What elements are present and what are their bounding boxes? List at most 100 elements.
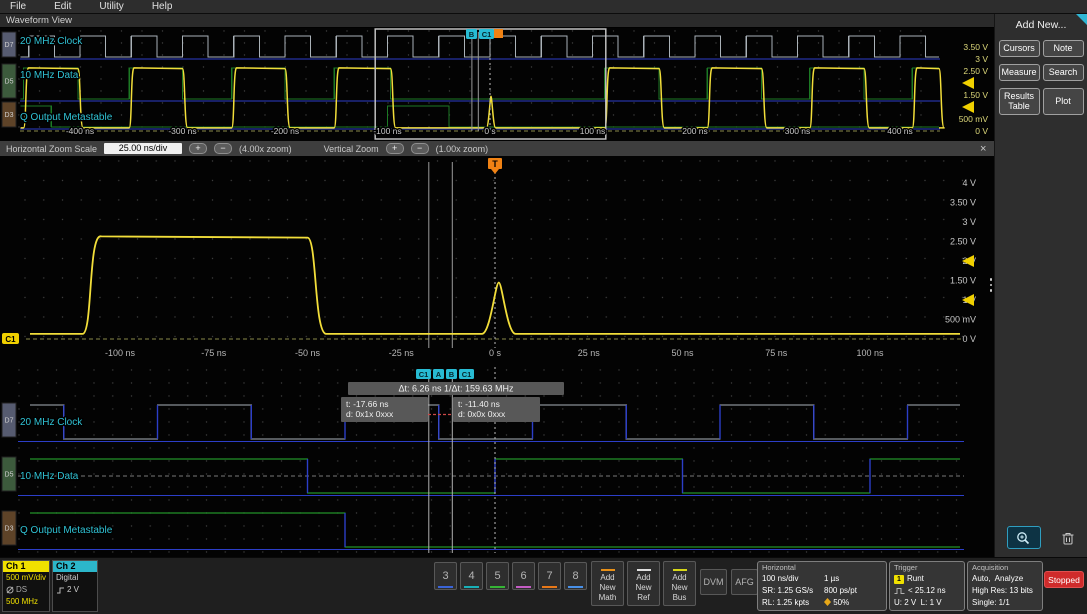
- dvm-button[interactable]: DVM: [700, 569, 727, 595]
- time-tick-label: -400 ns: [66, 126, 94, 136]
- channel-6-button[interactable]: 6: [512, 562, 535, 590]
- add-new-title: Add New...: [1015, 19, 1067, 31]
- acquisition-settings-panel[interactable]: Acquisition Auto, Analyze High Res: 13 b…: [967, 561, 1043, 611]
- digital-channel-tab-label: D5: [5, 79, 14, 86]
- zoom-toolbar: Horizontal Zoom Scale 25.00 ns/div + − (…: [0, 141, 994, 156]
- hzoom-factor-label: (4.00x zoom): [239, 143, 292, 154]
- trigger-level-marker[interactable]: [962, 77, 974, 89]
- trigger-source-chip: 1: [894, 574, 904, 584]
- zoom-plot[interactable]: -100 ns -75 ns -50 ns -25 ns 0 s 25 ns 50 ns 75…: [0, 156, 994, 367]
- cursor-a-data: d: 0x1x 0xxx: [346, 409, 394, 419]
- settings-bar: Ch 1 500 mV/div DS 500 MHz Ch 2 Digital …: [0, 557, 1087, 614]
- digital-channel-tab-label: D3: [5, 112, 14, 119]
- volt-tick-label: 1.50 V: [950, 276, 976, 286]
- channel-8-button[interactable]: 8: [564, 562, 587, 590]
- add-new-bus-button[interactable]: Add New Bus: [663, 561, 696, 606]
- channel-1-badge[interactable]: Ch 1 500 mV/div DS 500 MHz: [2, 560, 50, 612]
- overview-plot[interactable]: B C1 -400 ns -300 ns -200 ns -100 ns 0 s 100 ns…: [0, 28, 994, 141]
- time-tick-label: -50 ns: [295, 348, 321, 358]
- volt-tick-label: 500 mV: [945, 315, 976, 325]
- trigger-title: Trigger: [894, 563, 918, 572]
- channel-label[interactable]: 20 MHz Clock: [19, 416, 85, 430]
- add-new-math-button[interactable]: Add New Math: [591, 561, 624, 606]
- channel-1-scale: 500 mV/div: [6, 573, 47, 582]
- hzoom-scale-label: Horizontal Zoom Scale: [6, 143, 98, 154]
- cursor-badge-label: B: [469, 30, 475, 39]
- zoom-close-icon[interactable]: ×: [974, 142, 988, 156]
- panel-collapse-icon[interactable]: [1076, 14, 1087, 25]
- run-stop-button[interactable]: Stopped: [1044, 571, 1084, 588]
- trigger-badge-label: T: [492, 159, 498, 169]
- channel-2-threshold: 2 V: [67, 585, 80, 594]
- hzoom-scale-value[interactable]: 25.00 ns/div: [104, 143, 183, 154]
- cursor-badge-label: C1: [482, 30, 492, 39]
- channel-5-button[interactable]: 5: [486, 562, 509, 590]
- cursor-badge-label: C1: [462, 370, 472, 379]
- add-new-buttons: Add New Math Add New Ref Add New Bus: [591, 561, 696, 606]
- add-plot-button[interactable]: Plot: [1042, 87, 1084, 116]
- volt-tick-label: 2.50 V: [950, 237, 976, 247]
- add-search-button[interactable]: Search: [1042, 63, 1084, 81]
- ref-color-dash: [636, 568, 651, 571]
- channel-3-button[interactable]: 3: [434, 562, 457, 590]
- time-tick-label: 200 ns: [682, 126, 708, 136]
- trash-icon: [1060, 530, 1076, 546]
- hzoom-decrease-button[interactable]: −: [214, 143, 233, 154]
- horizontal-record-length: RL: 1.25 kpts: [762, 598, 810, 607]
- graticule: [18, 369, 966, 555]
- digital-plot[interactable]: C1 A B C1 Δt: 6.26 ns 1/Δt: 159.63 MHz t: -17…: [0, 367, 994, 558]
- menu-item-file[interactable]: File: [10, 1, 26, 12]
- menu-item-edit[interactable]: Edit: [54, 1, 71, 12]
- time-tick-label: -100 ns: [105, 348, 136, 358]
- horizontal-settings-panel[interactable]: Horizontal 100 ns/div 1 µs SR: 1.25 GS/s…: [757, 561, 887, 611]
- trigger-levels: U: 2 V L: 1 V: [894, 598, 942, 607]
- afg-button[interactable]: AFG: [731, 569, 758, 595]
- time-tick-label: 0 s: [484, 126, 495, 136]
- menu-bar: File Edit Utility Help: [0, 0, 1087, 14]
- channel-label[interactable]: Q Output Metastable: [19, 524, 115, 538]
- add-measure-button[interactable]: Measure: [998, 63, 1040, 81]
- channel-label[interactable]: 10 MHz Data: [19, 69, 81, 83]
- vzoom-increase-button[interactable]: +: [385, 143, 404, 154]
- horizontal-title: Horizontal: [762, 563, 796, 572]
- panel-drag-handle[interactable]: [989, 278, 992, 292]
- add-new-ref-button[interactable]: Add New Ref: [627, 561, 660, 606]
- horizontal-window: 1 µs: [824, 574, 840, 583]
- digital-channel-tab-label: D5: [5, 472, 14, 479]
- channel-4-button[interactable]: 4: [460, 562, 483, 590]
- time-tick-label: 0 s: [489, 348, 502, 358]
- trash-button[interactable]: [1055, 526, 1081, 549]
- trigger-type: Runt: [907, 574, 924, 583]
- channel-2-name: Ch 2: [53, 561, 97, 572]
- zoom-mode-button[interactable]: [1007, 526, 1041, 549]
- volt-tick-label: 500 mV: [959, 114, 989, 124]
- bus-color-dash: [672, 568, 687, 571]
- trigger-level-marker[interactable]: [962, 101, 974, 113]
- trigger-condition: < 25.12 ns: [908, 586, 946, 595]
- horizontal-scale: 100 ns/div: [762, 574, 799, 583]
- hzoom-increase-button[interactable]: +: [189, 143, 208, 154]
- channel-7-button[interactable]: 7: [538, 562, 561, 590]
- channel-2-badge[interactable]: Ch 2 Digital 2 V: [52, 560, 98, 612]
- channel-label[interactable]: Q Output Metastable: [19, 111, 115, 125]
- menu-item-utility[interactable]: Utility: [99, 1, 123, 12]
- channel-label[interactable]: 20 MHz Clock: [19, 35, 85, 49]
- waveform-area: Waveform View B C1 -400 ns -300 ns -200 ns -1…: [0, 14, 994, 558]
- trigger-settings-panel[interactable]: Trigger 1 Runt < 25.12 ns U: 2 V L: 1 V: [889, 561, 965, 611]
- time-tick-label: 25 ns: [578, 348, 601, 358]
- add-cursors-button[interactable]: Cursors: [998, 40, 1040, 57]
- volt-tick-label: 3 V: [975, 54, 988, 64]
- time-tick-label: -300 ns: [168, 126, 196, 136]
- add-note-button[interactable]: Note: [1042, 40, 1084, 57]
- channel-label[interactable]: 10 MHz Data: [19, 470, 81, 484]
- time-tick-label: 75 ns: [765, 348, 788, 358]
- waveform-view-title: Waveform View: [0, 14, 994, 28]
- add-results-table-button[interactable]: Results Table: [998, 87, 1040, 116]
- vzoom-decrease-button[interactable]: −: [410, 143, 429, 154]
- time-tick-label: 50 ns: [671, 348, 694, 358]
- trigger-position-marker[interactable]: [494, 29, 503, 38]
- time-tick-label: 400 ns: [887, 126, 913, 136]
- menu-item-help[interactable]: Help: [152, 1, 173, 12]
- threshold-edge-icon: [56, 586, 65, 595]
- channel-1-probe: DS: [16, 585, 28, 594]
